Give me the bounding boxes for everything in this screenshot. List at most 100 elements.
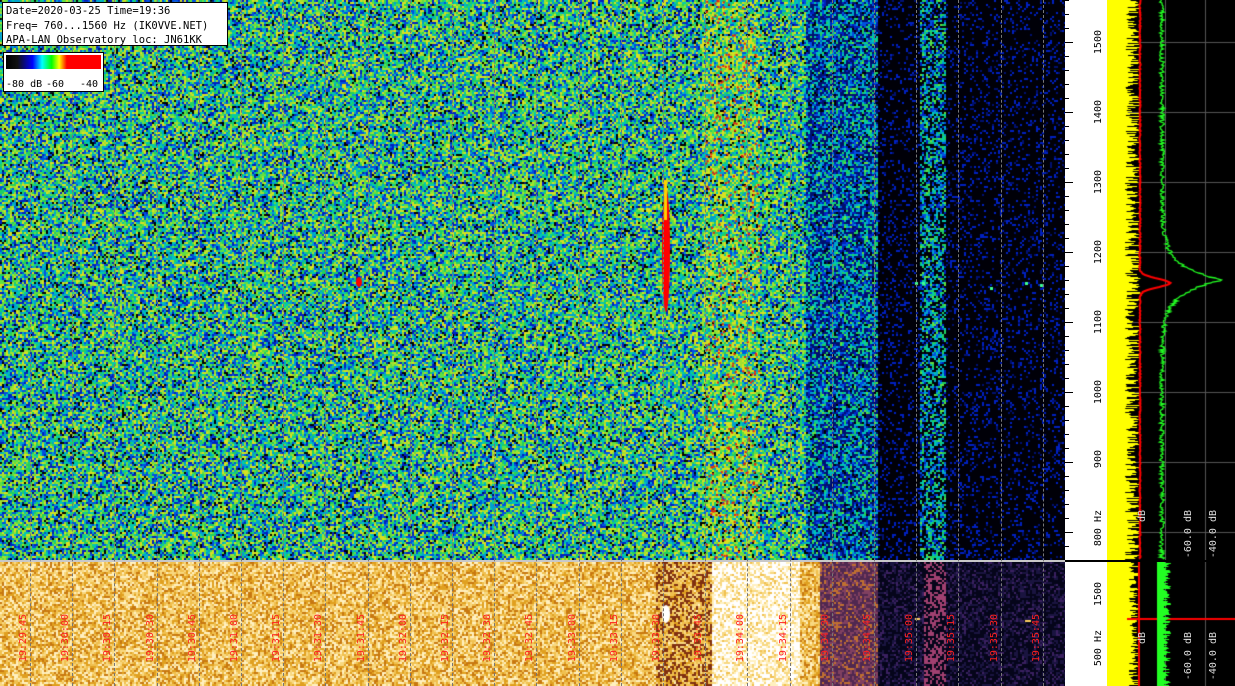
freq-minor-tick [1065, 98, 1069, 99]
time-gridline [747, 0, 749, 686]
freq-minor-tick [1065, 182, 1069, 183]
freq-axis-label: 1500 [1093, 30, 1104, 55]
spectrum-label-db: dB [1137, 510, 1148, 523]
time-label: 19:32:15 [440, 614, 451, 663]
time-gridline [958, 0, 960, 686]
overview-axis-label-1500: 1500 [1093, 582, 1104, 607]
freq-minor-tick [1065, 434, 1069, 435]
time-gridline [367, 0, 369, 686]
freq-axis-label: 800 Hz [1093, 510, 1104, 547]
time-label: 19:30:45 [186, 614, 198, 663]
time-label: 19:31:45 [355, 614, 367, 663]
freq-minor-tick [1065, 224, 1069, 225]
waterfall-viewer: 19:29:45 19:30:00 19:30:15 19:30:30 19:30:45… [0, 0, 1235, 686]
time-gridline [916, 0, 918, 686]
time-gridline [1042, 0, 1044, 686]
legend-label-min: -80 dB [6, 79, 43, 90]
time-gridline [114, 0, 116, 686]
freq-minor-tick [1065, 462, 1069, 463]
time-label: 19:31:00 [229, 614, 240, 663]
time-gridline [156, 0, 158, 686]
time-gridline [620, 0, 622, 686]
freq-minor-tick [1065, 112, 1069, 113]
freq-minor-tick [1065, 476, 1069, 477]
time-label: 19:34:00 [735, 614, 747, 663]
station-info-box: Date=2020-03-25 Time=19:36 Freq= 760...1… [2, 2, 228, 46]
time-label: 19:30:00 [60, 614, 72, 663]
freq-minor-tick [1065, 490, 1069, 491]
freq-minor-tick [1065, 378, 1069, 379]
freq-minor-tick [1065, 294, 1069, 295]
time-label: 19:34:15 [777, 614, 789, 663]
time-label: 19:32:45 [524, 614, 536, 663]
time-label: 19:31:15 [271, 614, 283, 663]
freq-minor-tick [1065, 364, 1069, 365]
time-label: 19:29:45 [18, 614, 29, 663]
freq-minor-tick [1065, 448, 1069, 449]
freq-minor-tick [1065, 252, 1069, 253]
freq-minor-tick [1065, 406, 1069, 407]
time-label: 19:35:00 [904, 614, 916, 663]
freq-axis-label: 1000 [1093, 380, 1104, 405]
overview-frequency-axis: 1500 500 Hz [1065, 562, 1107, 686]
time-gridline [452, 0, 453, 686]
time-gridline [578, 0, 580, 686]
time-gridline [409, 0, 411, 686]
time-gridline [494, 0, 496, 686]
time-label: 19:30:30 [144, 614, 156, 663]
time-label: 19:34:30 [819, 614, 831, 663]
freq-minor-tick [1065, 42, 1069, 43]
freq-minor-tick [1065, 518, 1069, 519]
freq-minor-tick [1065, 238, 1069, 239]
freq-minor-tick [1065, 280, 1069, 281]
freq-axis-label: 1300 [1093, 170, 1104, 195]
spectrum-label-minus60: -60.0 dB [1183, 510, 1194, 559]
time-label: 19:32:00 [397, 614, 409, 663]
freq-minor-tick [1065, 546, 1069, 547]
freq-minor-tick [1065, 210, 1069, 211]
freq-minor-tick [1065, 308, 1069, 309]
time-label: 19:32:30 [482, 614, 494, 663]
time-gridline [198, 0, 200, 686]
time-gridline [789, 0, 791, 686]
freq-minor-tick [1065, 84, 1069, 85]
observatory-location-line: APA-LAN Observatory loc: JN61KK [6, 34, 202, 46]
time-label: 19:33:45 [693, 614, 705, 663]
freq-minor-tick [1065, 56, 1069, 57]
legend-label-mid: -60 [46, 79, 65, 90]
freq-minor-tick [1065, 420, 1069, 421]
freq-minor-tick [1065, 350, 1069, 351]
freq-minor-tick [1065, 70, 1069, 71]
date-time-line: Date=2020-03-25 Time=19:36 [6, 5, 171, 17]
time-label: 19:35:45 [1030, 614, 1042, 663]
freq-minor-tick [1065, 532, 1069, 533]
time-gridline [663, 0, 664, 686]
time-label: 19:31:30 [313, 614, 325, 663]
freq-minor-tick [1065, 322, 1069, 323]
freq-minor-tick [1065, 14, 1069, 15]
time-gridline [325, 0, 327, 686]
overview-spectrum-label-minus60: -60.0 dB [1183, 632, 1194, 681]
overview-spectrum-label-minus40: -40.0 dB [1208, 632, 1219, 681]
overview-axis-label-500: 500 Hz [1093, 630, 1104, 667]
time-label: 19:33:30 [651, 614, 662, 663]
freq-axis-label: 1200 [1093, 240, 1104, 265]
freq-axis-label: 900 [1093, 450, 1104, 469]
spectrum-label-minus40: -40.0 dB [1208, 510, 1219, 559]
time-gridline [283, 0, 285, 686]
time-label: 19:34:45 [862, 614, 873, 663]
freq-minor-tick [1065, 0, 1069, 1]
freq-minor-tick [1065, 504, 1069, 505]
time-gridline [241, 0, 242, 686]
time-label: 19:35:30 [988, 614, 1000, 663]
time-gridline [1000, 0, 1002, 686]
overview-spectrum-label-db: dB [1137, 632, 1148, 645]
time-gridline [831, 0, 833, 686]
color-scale-gradient [6, 55, 101, 69]
freq-minor-tick [1065, 126, 1069, 127]
freq-minor-tick [1065, 28, 1069, 29]
time-label: 19:33:15 [608, 614, 620, 663]
time-label: 19:30:15 [102, 614, 114, 663]
freq-minor-tick [1065, 168, 1069, 169]
time-gridline [72, 0, 74, 686]
